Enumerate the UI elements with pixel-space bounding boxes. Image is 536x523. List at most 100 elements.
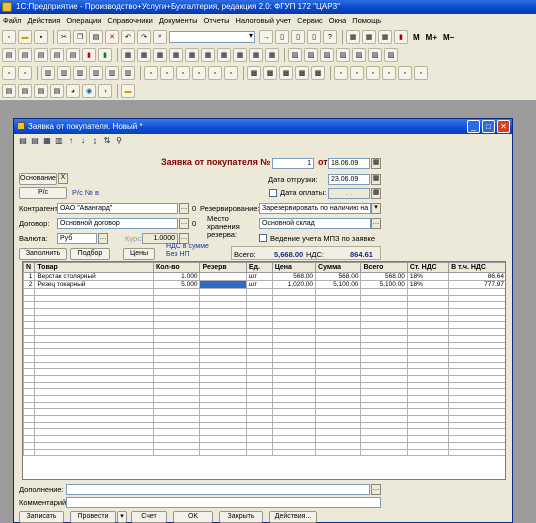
grid-icon-6[interactable]: ▦: [201, 48, 215, 62]
save-icon[interactable]: ▪: [34, 30, 48, 44]
tool-icon-3[interactable]: ▨: [320, 48, 334, 62]
grid-icon-9[interactable]: ▦: [249, 48, 263, 62]
doc-icon-22[interactable]: ▫: [366, 66, 380, 80]
cell-total[interactable]: 568.00: [360, 272, 408, 281]
post-button[interactable]: Провести: [70, 511, 116, 523]
table-icon[interactable]: ▦: [42, 136, 52, 146]
menu-references[interactable]: Справочники: [104, 14, 155, 27]
sort-desc-icon[interactable]: ⇅: [102, 136, 112, 146]
tool-icon-6[interactable]: ▨: [368, 48, 382, 62]
extra-icon-1[interactable]: ▤: [2, 84, 16, 98]
tool-icon-1[interactable]: ▨: [288, 48, 302, 62]
basis-button[interactable]: Основание: [19, 173, 57, 185]
chart-icon[interactable]: ◑: [98, 84, 112, 98]
move-up-icon[interactable]: ↑: [66, 136, 76, 146]
menu-windows[interactable]: Окна: [326, 14, 349, 27]
cell-qty[interactable]: 5.000: [153, 280, 201, 289]
addition-select-icon[interactable]: …: [371, 484, 381, 495]
doc-icon-18[interactable]: ▩: [295, 66, 309, 80]
pie-chart-icon[interactable]: ◕: [66, 84, 80, 98]
report-icon[interactable]: ▦: [346, 30, 360, 44]
shipment-calendar-icon[interactable]: ▦: [371, 174, 381, 185]
extra-icon-2[interactable]: ▤: [18, 84, 32, 98]
new-document-icon[interactable]: ▫: [2, 30, 16, 44]
comment-field[interactable]: [66, 497, 381, 508]
grid-icon-3[interactable]: ▦: [153, 48, 167, 62]
cell-vat-incl[interactable]: 777.97: [448, 280, 505, 289]
menu-file[interactable]: Файл: [0, 14, 24, 27]
col-reserve[interactable]: Резерв: [199, 262, 247, 273]
extra-icon-3[interactable]: ▤: [34, 84, 48, 98]
undo-icon[interactable]: ↶: [121, 30, 135, 44]
menu-tax[interactable]: Налоговый учет: [232, 14, 294, 27]
settings-icon[interactable]: ▥: [54, 136, 64, 146]
tool-icon-2[interactable]: ▨: [304, 48, 318, 62]
calendar-icon[interactable]: ▦: [371, 158, 381, 169]
open-folder-icon[interactable]: ▬: [18, 30, 32, 44]
doc-date-field[interactable]: 18.06.09: [328, 158, 370, 169]
extra-icon-4[interactable]: ▤: [50, 84, 64, 98]
menu-operations[interactable]: Операции: [63, 14, 104, 27]
cell-price[interactable]: 1,020.00: [271, 280, 317, 289]
doc-icon-3[interactable]: ▥: [41, 66, 55, 80]
grid-icon-5[interactable]: ▦: [185, 48, 199, 62]
col-vat-rate[interactable]: Ст. НДС: [406, 262, 450, 273]
tool-icon-4[interactable]: ▨: [336, 48, 350, 62]
col-vat-incl[interactable]: В т.ч. НДС: [448, 262, 505, 273]
constants-icon[interactable]: ▤: [2, 48, 16, 62]
doc-icon-12[interactable]: ▫: [192, 66, 206, 80]
cell-reserve[interactable]: [199, 272, 247, 281]
contract-field[interactable]: Основной договор: [57, 218, 178, 229]
doc-icon-25[interactable]: ▫: [414, 66, 428, 80]
cell-reserve-selected[interactable]: [199, 280, 247, 289]
col-total[interactable]: Всего: [360, 262, 408, 273]
col-n[interactable]: N: [23, 262, 36, 273]
delete-icon[interactable]: ✕: [105, 30, 119, 44]
cell-vat-incl[interactable]: 86.64: [448, 272, 505, 281]
payment-date-checkbox[interactable]: [269, 189, 277, 197]
filter-icon[interactable]: ⚲: [114, 136, 124, 146]
bank-icon[interactable]: ▤: [34, 48, 48, 62]
addition-field[interactable]: [66, 484, 370, 495]
doc-number-field[interactable]: 1: [272, 158, 314, 169]
cell-goods[interactable]: Верстак столярный: [34, 272, 155, 281]
doc-icon-15[interactable]: ▩: [247, 66, 261, 80]
cell-sum[interactable]: 5,100.00: [315, 280, 362, 289]
cell-vat-rate[interactable]: 18%: [406, 272, 450, 281]
paste-icon[interactable]: ▤: [89, 30, 103, 44]
cut-icon[interactable]: ✂: [57, 30, 71, 44]
contractor-select-icon[interactable]: …: [179, 203, 189, 214]
doc-icon-23[interactable]: ▫: [382, 66, 396, 80]
cashbox-icon[interactable]: ▤: [50, 48, 64, 62]
copy-icon[interactable]: ❐: [73, 30, 87, 44]
help-icon[interactable]: ?: [323, 30, 337, 44]
doc-icon-1[interactable]: ▫: [2, 66, 16, 80]
doc-icon-7[interactable]: ▥: [105, 66, 119, 80]
doc-icon-10[interactable]: ▫: [160, 66, 174, 80]
doc-icon-8[interactable]: ▥: [121, 66, 135, 80]
invoice-button[interactable]: Счет: [131, 511, 167, 523]
col-price[interactable]: Цена: [271, 262, 317, 273]
maximize-icon[interactable]: □: [482, 120, 495, 133]
book-icon[interactable]: ▮: [394, 30, 408, 44]
grid-icon-10[interactable]: ▦: [265, 48, 279, 62]
storage-select-icon[interactable]: …: [371, 218, 381, 229]
cell-qty[interactable]: 1.000: [153, 272, 201, 281]
col-unit[interactable]: Ед.: [245, 262, 273, 273]
shipment-date-field[interactable]: 23.06.09: [328, 174, 370, 185]
doc-icon-20[interactable]: ▫: [334, 66, 348, 80]
actions-button[interactable]: Действия...: [269, 511, 317, 523]
grid-icon-2[interactable]: ▦: [137, 48, 151, 62]
cell-price[interactable]: 568.00: [271, 272, 317, 281]
calendar-icon[interactable]: ▦: [362, 30, 376, 44]
doc-icon-11[interactable]: ▫: [176, 66, 190, 80]
col-qty[interactable]: Кол-во: [153, 262, 201, 273]
doc-icon-14[interactable]: ▫: [224, 66, 238, 80]
rs-button[interactable]: Р/с: [19, 187, 67, 199]
menu-documents[interactable]: Документы: [156, 14, 201, 27]
move-down-icon[interactable]: ↓: [78, 136, 88, 146]
contractor-field[interactable]: ОАО "Авангард": [57, 203, 178, 214]
reservation-select[interactable]: Зарезервировать по наличию на с: [259, 203, 371, 214]
doc-icon-21[interactable]: ▫: [350, 66, 364, 80]
doc-icon-6[interactable]: ▥: [89, 66, 103, 80]
